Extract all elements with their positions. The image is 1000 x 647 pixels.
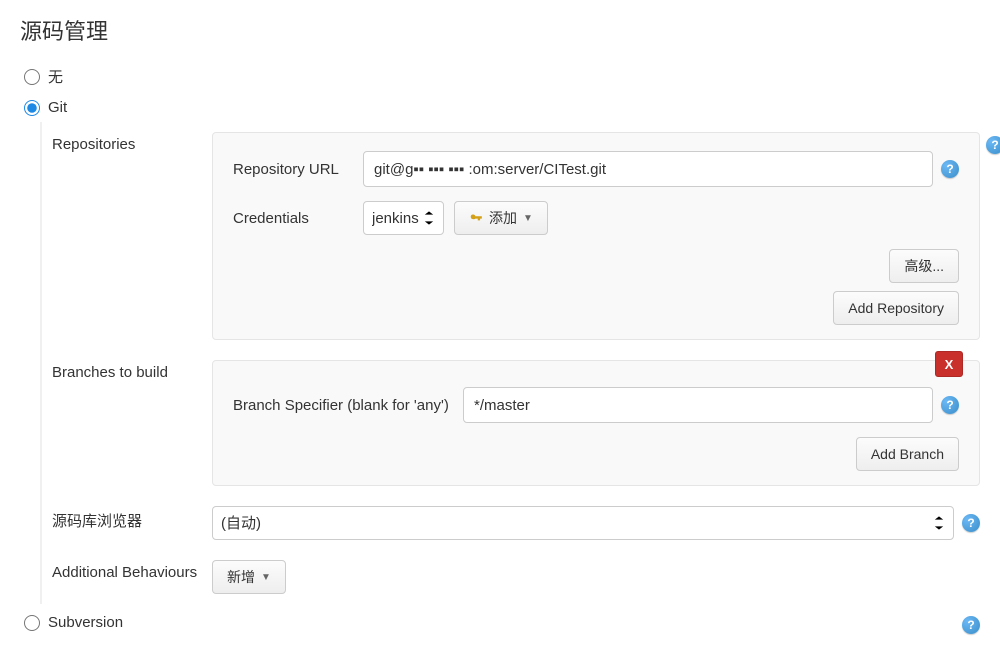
- caret-down-icon: ▼: [523, 213, 533, 224]
- scm-option-git[interactable]: Git: [20, 93, 980, 122]
- repo-browser-select[interactable]: (自动): [212, 506, 954, 540]
- repo-url-label: Repository URL: [233, 161, 363, 178]
- branch-specifier-input[interactable]: [463, 387, 933, 423]
- help-icon[interactable]: ?: [941, 396, 959, 414]
- section-title: 源码管理: [20, 10, 980, 60]
- radio-none[interactable]: [24, 69, 40, 85]
- add-branch-button[interactable]: Add Branch: [856, 437, 959, 471]
- help-icon[interactable]: ?: [986, 136, 1000, 154]
- branches-label: Branches to build: [42, 360, 212, 381]
- repositories-label: Repositories: [42, 132, 212, 153]
- repo-url-input[interactable]: [363, 151, 933, 187]
- add-credentials-button[interactable]: 添加 ▼: [454, 201, 548, 235]
- credentials-label: Credentials: [233, 210, 363, 227]
- radio-subversion-label[interactable]: Subversion: [48, 614, 123, 631]
- additional-behaviours-content: 新增 ▼: [212, 560, 980, 594]
- add-behaviour-label: 新增: [227, 567, 255, 587]
- repo-url-row: Repository URL ?: [233, 151, 959, 187]
- branches-content: X Branch Specifier (blank for 'any') ? A…: [212, 360, 980, 486]
- additional-behaviours-label: Additional Behaviours: [42, 560, 212, 581]
- repositories-section: Repositories ? Repository URL ? Credenti…: [42, 122, 980, 350]
- credentials-select[interactable]: jenkins: [363, 201, 444, 235]
- branches-section: Branches to build X Branch Specifier (bl…: [42, 350, 980, 496]
- help-icon[interactable]: ?: [962, 514, 980, 532]
- advanced-button[interactable]: 高级...: [889, 249, 959, 283]
- radio-git[interactable]: [24, 100, 40, 116]
- caret-down-icon: ▼: [261, 572, 271, 583]
- add-credentials-label: 添加: [489, 208, 517, 228]
- branch-specifier-row: Branch Specifier (blank for 'any') ?: [233, 387, 959, 423]
- help-icon[interactable]: ?: [941, 160, 959, 178]
- repository-panel: Repository URL ? Credentials jenkins: [212, 132, 980, 340]
- git-config-body: Repositories ? Repository URL ? Credenti…: [40, 122, 980, 604]
- radio-subversion[interactable]: [24, 615, 40, 631]
- radio-git-label[interactable]: Git: [48, 99, 67, 116]
- radio-none-label[interactable]: 无: [48, 66, 63, 87]
- repositories-content: ? Repository URL ? Credentials jenkins: [212, 132, 980, 340]
- key-icon: [469, 211, 483, 225]
- add-behaviour-button[interactable]: 新增 ▼: [212, 560, 286, 594]
- scm-option-subversion[interactable]: Subversion ?: [20, 604, 980, 637]
- branch-panel: X Branch Specifier (blank for 'any') ? A…: [212, 360, 980, 486]
- repo-browser-label: 源码库浏览器: [42, 506, 212, 531]
- help-icon[interactable]: ?: [962, 616, 980, 634]
- credentials-row: Credentials jenkins 添加 ▼: [233, 201, 959, 235]
- repo-browser-content: (自动) ?: [212, 506, 980, 540]
- add-repository-button[interactable]: Add Repository: [833, 291, 959, 325]
- repo-browser-section: 源码库浏览器 (自动) ?: [42, 496, 980, 550]
- scm-option-none[interactable]: 无: [20, 60, 980, 93]
- delete-branch-button[interactable]: X: [935, 351, 963, 377]
- branch-specifier-label: Branch Specifier (blank for 'any'): [233, 397, 463, 414]
